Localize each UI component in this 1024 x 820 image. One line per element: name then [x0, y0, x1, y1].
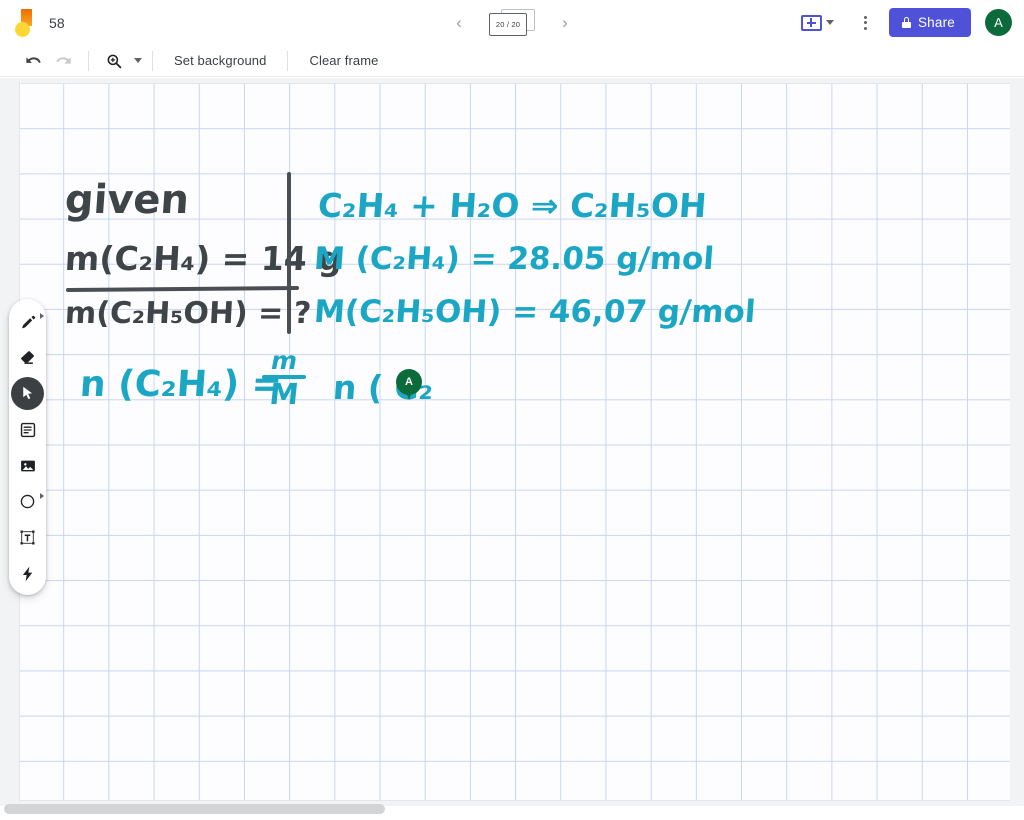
jamboard-logo-icon	[14, 8, 36, 37]
canvas-area[interactable]: given m(C₂H₄) = 14 g m(C₂H₅OH) = ? C₂H₄ …	[0, 78, 1024, 806]
ink-reaction-equation: C₂H₄ + H₂O ⇒ C₂H₅OH	[316, 186, 708, 225]
frame-stack-front: 20 / 20	[489, 12, 527, 36]
image-icon	[20, 460, 35, 471]
ink-fraction-bar	[262, 375, 306, 379]
undo-icon	[25, 57, 41, 63]
zoom-dropdown-caret-icon[interactable]	[134, 58, 142, 63]
horizontal-scrollbar-track[interactable]	[0, 803, 1024, 815]
zoom-magnifier-icon	[107, 54, 122, 68]
ink-fraction-m-over-M: m M	[258, 346, 310, 411]
secondary-toolbar: Set background Clear frame	[0, 45, 1024, 77]
frame-counter-label: 20 / 20	[495, 19, 521, 29]
canvas-right-margin	[1010, 78, 1024, 806]
redo-button[interactable]	[48, 46, 78, 76]
ink-given-label: given	[63, 177, 191, 223]
topbar-left-group: 58	[0, 8, 65, 37]
sticky-note-tool[interactable]	[11, 413, 44, 446]
eraser-icon	[21, 351, 34, 364]
pin-head: A	[396, 369, 422, 395]
set-background-button[interactable]: Set background	[163, 48, 277, 73]
image-tool[interactable]	[11, 449, 44, 482]
pen-icon	[21, 315, 35, 328]
undo-button[interactable]	[18, 46, 48, 76]
frame-navigation: ‹ 20 / 20 ›	[445, 0, 579, 45]
ink-moles-formula: n (C₂H₄) =	[78, 364, 284, 405]
frame-counter-button[interactable]: 20 / 20	[489, 8, 535, 38]
shape-tool[interactable]	[11, 485, 44, 518]
redo-icon	[55, 57, 71, 64]
ink-mass-ethanol: m(C₂H₅OH) = ?	[64, 296, 313, 331]
toolbar-divider-2	[152, 50, 153, 71]
avatar[interactable]: A	[985, 9, 1012, 36]
laser-pointer-tool[interactable]	[11, 557, 44, 590]
toolbar-divider-3	[287, 50, 289, 71]
chevron-down-icon[interactable]	[825, 20, 834, 25]
ink-molar-mass-ethene: M (C₂H₄) = 28.05 g/mol	[312, 241, 716, 277]
ink-molar-mass-ethanol: M(C₂H₅OH) = 46,07 g/mol	[312, 294, 757, 330]
more-options-button[interactable]	[851, 8, 881, 38]
ink-horizontal-rule	[65, 285, 300, 293]
text-box-icon	[20, 530, 35, 545]
ink-fraction-numerator: m	[270, 346, 298, 375]
circle-shape-icon	[20, 494, 35, 509]
lock-icon	[901, 17, 911, 28]
add-frame-button[interactable]	[794, 10, 843, 36]
previous-frame-button[interactable]: ‹	[445, 9, 473, 37]
document-title[interactable]: 58	[49, 15, 65, 31]
next-frame-button[interactable]: ›	[551, 9, 579, 37]
eraser-tool[interactable]	[11, 341, 44, 374]
pen-submenu-caret-icon[interactable]	[40, 313, 44, 319]
cursor-arrow-icon	[23, 386, 33, 400]
toolbar-divider	[88, 50, 89, 71]
text-box-tool[interactable]	[11, 521, 44, 554]
laser-pointer-icon	[22, 566, 32, 581]
avatar-initial: A	[994, 15, 1003, 30]
pen-tool[interactable]	[11, 305, 44, 338]
ink-vertical-divider	[287, 172, 291, 334]
collaborator-initial: A	[405, 376, 413, 388]
shape-submenu-caret-icon[interactable]	[40, 493, 44, 499]
top-app-bar: 58 ‹ 20 / 20 › Share A	[0, 0, 1024, 45]
add-frame-icon	[800, 14, 822, 31]
horizontal-scrollbar-thumb[interactable]	[4, 804, 385, 814]
grid-paper-canvas[interactable]: given m(C₂H₄) = 14 g m(C₂H₅OH) = ? C₂H₄ …	[20, 84, 1010, 800]
ink-mass-ethene: m(C₂H₄) = 14 g	[63, 239, 343, 278]
sticky-note-icon	[20, 422, 35, 437]
clear-frame-button[interactable]: Clear frame	[298, 48, 389, 73]
ink-fraction-denominator: M	[267, 376, 301, 411]
select-tool[interactable]	[11, 377, 44, 410]
tool-palette	[9, 299, 46, 595]
topbar-right-group: Share A	[794, 0, 1012, 45]
zoom-button[interactable]	[99, 46, 129, 76]
collaborator-cursor-pin: A	[396, 369, 422, 401]
share-button-label: Share	[917, 15, 955, 30]
share-button[interactable]: Share	[888, 8, 971, 37]
